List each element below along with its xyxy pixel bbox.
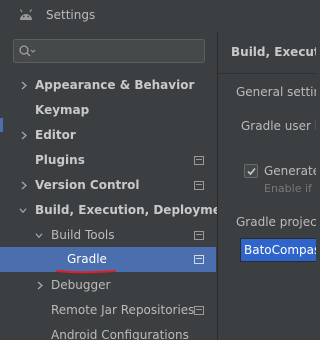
generate-checkbox[interactable] <box>244 164 258 178</box>
general-settings-label: General settings <box>236 85 316 99</box>
title-bar: Settings <box>0 0 316 32</box>
tree-item-label: Build, Execution, Deployment <box>35 203 236 217</box>
gradle-user-home-label: Gradle user hc <box>241 119 316 133</box>
tree-item-label: Build Tools <box>51 228 115 242</box>
tree-item-build-execution-deployment[interactable]: Build, Execution, Deployment <box>0 198 235 223</box>
search-input[interactable] <box>13 39 205 63</box>
project-settings-icon <box>194 231 204 240</box>
tree-item-editor[interactable]: Editor <box>0 123 216 148</box>
tree-item-label: Appearance & Behavior <box>35 78 195 92</box>
chevron-right-icon[interactable] <box>20 131 28 140</box>
tree-item-appearance-behavior[interactable]: Appearance & Behavior <box>0 73 216 98</box>
tree-item-label: Debugger <box>51 278 111 292</box>
tree-item-keymap[interactable]: Keymap <box>0 98 216 123</box>
project-settings-icon <box>194 255 204 264</box>
project-settings-icon <box>194 156 204 165</box>
generate-checkbox-label: Generate <box>264 164 316 178</box>
tree-item-label: Android Configurations <box>51 328 189 340</box>
android-icon <box>19 9 33 20</box>
tree-item-label: Version Control <box>35 178 140 192</box>
chevron-right-icon[interactable] <box>20 181 28 190</box>
project-settings-icon <box>194 181 204 190</box>
project-settings-icon <box>194 306 204 315</box>
tree-item-android-configurations[interactable]: Android Configurations <box>0 323 216 340</box>
project-item-label: BatoCompass <box>244 243 316 257</box>
checkmark-icon <box>247 167 256 176</box>
tree-item-plugins[interactable]: Plugins <box>0 148 216 173</box>
gradle-project-list-item[interactable]: BatoCompass <box>240 238 316 262</box>
window-title: Settings <box>46 8 96 22</box>
content-title: Build, Execution <box>231 45 316 59</box>
chevron-right-icon[interactable] <box>36 281 44 290</box>
gradle-projects-label: Gradle projects <box>236 215 316 229</box>
tree-item-debugger[interactable]: Debugger <box>0 273 216 298</box>
tree-item-version-control[interactable]: Version Control <box>0 173 216 198</box>
search-icon[interactable] <box>18 44 36 58</box>
tree-item-gradle[interactable]: Gradle <box>0 247 216 274</box>
content-header: Build, Execution <box>218 32 316 74</box>
settings-sidebar: Appearance & Behavior Keymap Editor Plug… <box>0 32 235 340</box>
tree-item-build-tools[interactable]: Build Tools <box>0 223 216 248</box>
chevron-down-icon[interactable] <box>19 206 27 215</box>
chevron-down-icon[interactable] <box>35 231 43 240</box>
settings-content-panel: Build, Execution General settings Gradle… <box>217 32 316 340</box>
tree-item-remote-jar-repositories[interactable]: Remote Jar Repositories <box>0 298 216 323</box>
chevron-right-icon[interactable] <box>20 81 28 90</box>
tree-item-label: Keymap <box>35 103 90 117</box>
tree-item-label: Remote Jar Repositories <box>51 303 195 317</box>
tree-item-label: Editor <box>35 128 76 142</box>
tree-item-label: Plugins <box>35 153 85 167</box>
generate-hint: Enable if y <box>264 182 316 195</box>
